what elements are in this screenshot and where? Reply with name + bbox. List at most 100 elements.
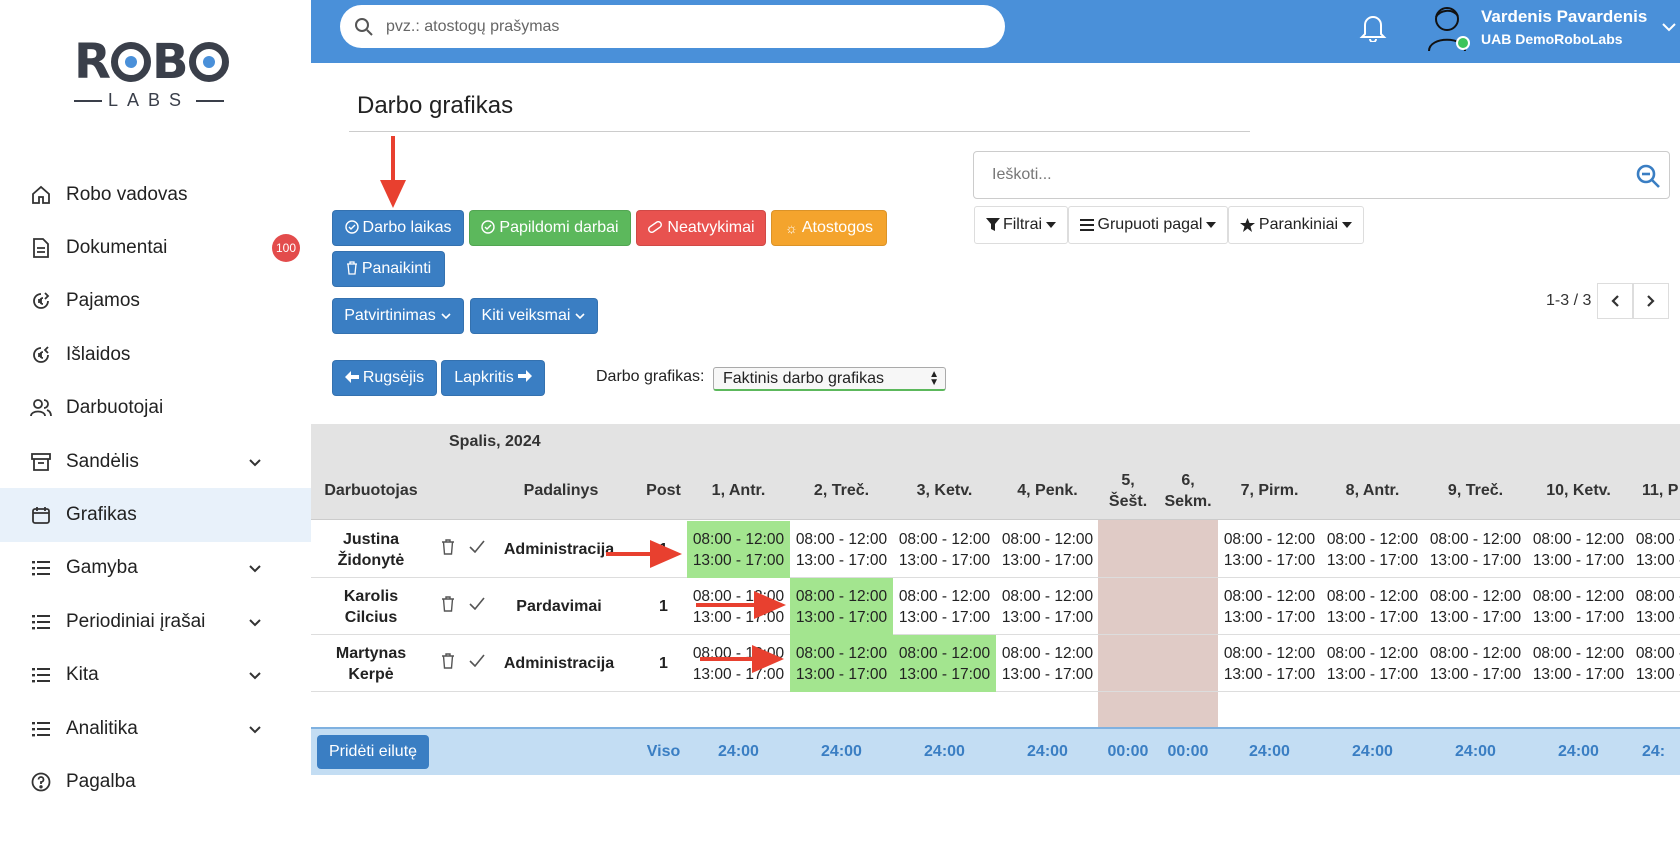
shift-cell[interactable]: 08:00 - 12:0013:00 - 17:00	[893, 521, 996, 578]
shift-cell[interactable]: 08:00 - 12:0013:00 - 17:00	[1424, 521, 1527, 578]
header-day-weekend[interactable]: 5, Šešt.	[1098, 461, 1158, 520]
check-icon[interactable]	[469, 653, 485, 667]
shift-cell[interactable]: 08:00 - 12:0013:00 - 17:00	[790, 578, 893, 635]
header-day[interactable]: 10, Ketv.	[1527, 461, 1630, 520]
employee-name[interactable]: Martynas Kerpė	[311, 635, 431, 692]
check-icon[interactable]	[469, 539, 485, 553]
sidebar-item-label: Kita	[66, 664, 99, 686]
employee-name[interactable]: Justina Židonytė	[311, 521, 431, 578]
confirmation-dropdown[interactable]: Patvirtinimas	[332, 298, 464, 334]
star-icon	[1239, 218, 1255, 232]
trash-icon[interactable]	[441, 539, 455, 555]
pager-prev-button[interactable]	[1597, 283, 1633, 319]
chevron-down-icon[interactable]	[248, 668, 262, 682]
shift-cell[interactable]: 08:00 - 12:0013:00 - 17:00	[1630, 578, 1680, 635]
global-search[interactable]	[340, 5, 1005, 48]
filters-dropdown[interactable]: Filtrai	[974, 206, 1068, 244]
shift-cell[interactable]: 08:00 - 12:0013:00 - 17:00	[1218, 578, 1321, 635]
sidebar-item-label: Pagalba	[66, 770, 136, 792]
trash-icon[interactable]	[441, 596, 455, 612]
extra-work-button[interactable]: Papildomi darbai	[469, 210, 631, 246]
shift-cell[interactable]: 08:00 - 12:0013:00 - 17:00	[893, 635, 996, 692]
header-day[interactable]: 7, Pirm.	[1218, 461, 1321, 520]
shift-cell[interactable]: 08:00 - 12:0013:00 - 17:00	[790, 635, 893, 692]
shift-cell[interactable]: 08:00 - 12:0013:00 - 17:00	[1527, 635, 1630, 692]
robolabs-logo[interactable]: RB LABS	[74, 38, 234, 118]
shift-cell[interactable]: 08:00 - 12:0013:00 - 17:00	[1321, 521, 1424, 578]
bell-icon[interactable]	[1359, 12, 1387, 42]
shift-cell[interactable]: 08:00 - 12:0013:00 - 17:00	[1424, 635, 1527, 692]
shift-cell[interactable]: 08:00 - 12:0013:00 - 17:00	[996, 578, 1099, 635]
records-search-input[interactable]	[992, 166, 1612, 184]
shift-cell[interactable]: 08:00 - 12:0013:00 - 17:00	[1424, 578, 1527, 635]
sidebar-item-sandelis[interactable]: Sandėlis	[0, 435, 311, 488]
shift-cell[interactable]: 08:00 - 12:0013:00 - 17:00	[996, 521, 1099, 578]
table-row[interactable]: JustinaŽidonytė Administracija 1 08:00 -…	[311, 521, 1680, 578]
shift-cell[interactable]: 08:00 - 12:0013:00 - 17:00	[893, 578, 996, 635]
header-day[interactable]: 3, Ketv.	[893, 461, 996, 520]
pager-next-button[interactable]	[1633, 283, 1669, 319]
work-time-button[interactable]: Darbo laikas	[332, 210, 464, 246]
shift-cell[interactable]: 08:00 - 12:0013:00 - 17:00	[1218, 635, 1321, 692]
group-by-dropdown[interactable]: Grupuoti pagal	[1068, 206, 1228, 244]
records-search[interactable]	[973, 151, 1670, 199]
sidebar-item-pagalba[interactable]: Pagalba	[0, 755, 311, 808]
chevron-down-icon[interactable]	[248, 615, 262, 629]
absences-button[interactable]: Neatvykimai	[636, 210, 766, 246]
arrow-left-icon	[344, 370, 359, 386]
chevron-down-icon[interactable]	[248, 561, 262, 575]
sidebar-item-analitika[interactable]: Analitika	[0, 702, 311, 755]
header-day[interactable]: 4, Penk.	[996, 461, 1099, 520]
header-day[interactable]: 1, Antr.	[687, 461, 790, 520]
global-search-input[interactable]	[386, 17, 946, 36]
user-name[interactable]: Vardenis Pavardenis	[1481, 7, 1647, 27]
add-row-button[interactable]: Pridėti eilutę	[317, 735, 430, 769]
check-icon[interactable]	[469, 596, 485, 610]
shift-cell[interactable]: 08:00 - 12:0013:00 - 17:00	[1218, 521, 1321, 578]
favorites-dropdown[interactable]: Parankiniai	[1228, 206, 1364, 244]
sidebar-item-periodiniai-irasai[interactable]: Periodiniai įrašai	[0, 595, 311, 648]
sidebar-item-grafikas[interactable]: Grafikas	[0, 488, 311, 542]
header-day[interactable]: 8, Antr.	[1321, 461, 1424, 520]
chevron-down-icon[interactable]	[1661, 20, 1677, 34]
zoom-search-icon[interactable]	[1635, 163, 1661, 189]
shift-cell[interactable]: 08:00 - 12:0013:00 - 17:00	[1321, 578, 1424, 635]
sidebar-item-kita[interactable]: Kita	[0, 649, 311, 702]
sidebar-item-islaidos[interactable]: Išlaidos	[0, 328, 311, 381]
trash-icon[interactable]	[441, 653, 455, 669]
employee-name[interactable]: Karolis Cilcius	[311, 578, 431, 635]
shift-cell[interactable]: 08:00 - 12:0013:00 - 17:00	[996, 635, 1099, 692]
chevron-right-icon	[1647, 295, 1655, 307]
other-actions-dropdown[interactable]: Kiti veiksmai	[470, 298, 598, 334]
shift-cell[interactable]: 08:00 - 12:0013:00 - 17:00	[1527, 578, 1630, 635]
schedule-type-select[interactable]: Faktinis darbo grafikas ▲ ▼	[713, 367, 946, 391]
next-month-button[interactable]: Lapkritis	[441, 360, 545, 396]
select-arrows-icon: ▲ ▼	[929, 369, 939, 388]
shift-cell[interactable]: 08:00 - 12:0013:00 - 17:00	[1630, 521, 1680, 578]
sidebar-item-gamyba[interactable]: Gamyba	[0, 542, 311, 595]
shift-cell[interactable]: 08:00 - 12:0013:00 - 17:00	[1630, 635, 1680, 692]
shift-cell[interactable]: 08:00 - 12:0013:00 - 17:00	[687, 521, 790, 578]
schedule-type-value: Faktinis darbo grafikas	[723, 369, 884, 387]
sidebar-item-dokumentai[interactable]: Dokumentai 100	[0, 221, 311, 274]
chevron-down-icon[interactable]	[248, 722, 262, 736]
user-company[interactable]: UAB DemoRoboLabs	[1481, 31, 1623, 47]
sidebar-item-darbuotojai[interactable]: Darbuotojai	[0, 382, 311, 435]
shift-cell[interactable]: 08:00 - 12:0013:00 - 17:00	[790, 521, 893, 578]
sidebar-item-robo-vadovas[interactable]: Robo vadovas	[0, 168, 311, 221]
prev-month-button[interactable]: Rugsėjis	[332, 360, 437, 396]
header-day[interactable]: 2, Treč.	[790, 461, 893, 520]
vacation-button[interactable]: ☼ Atostogos	[771, 210, 887, 246]
header-employee[interactable]: Darbuotojas	[311, 461, 431, 520]
table-row[interactable]: Martynas Kerpė Administracija 1 08:00 - 1…	[311, 635, 1680, 692]
chevron-down-icon[interactable]	[248, 455, 262, 469]
table-row[interactable]: Karolis Cilcius Pardavimai 1 08:00 - 12:0…	[311, 578, 1680, 635]
header-day[interactable]: 11, P	[1630, 461, 1680, 520]
header-day-weekend[interactable]: 6, Sekm.	[1158, 461, 1218, 520]
sidebar-item-pajamos[interactable]: Pajamos	[0, 275, 311, 328]
header-department[interactable]: Padalinys	[501, 461, 621, 520]
delete-button[interactable]: Panaikinti	[332, 251, 445, 287]
shift-cell[interactable]: 08:00 - 12:0013:00 - 17:00	[1321, 635, 1424, 692]
header-day[interactable]: 9, Treč.	[1424, 461, 1527, 520]
shift-cell[interactable]: 08:00 - 12:0013:00 - 17:00	[1527, 521, 1630, 578]
